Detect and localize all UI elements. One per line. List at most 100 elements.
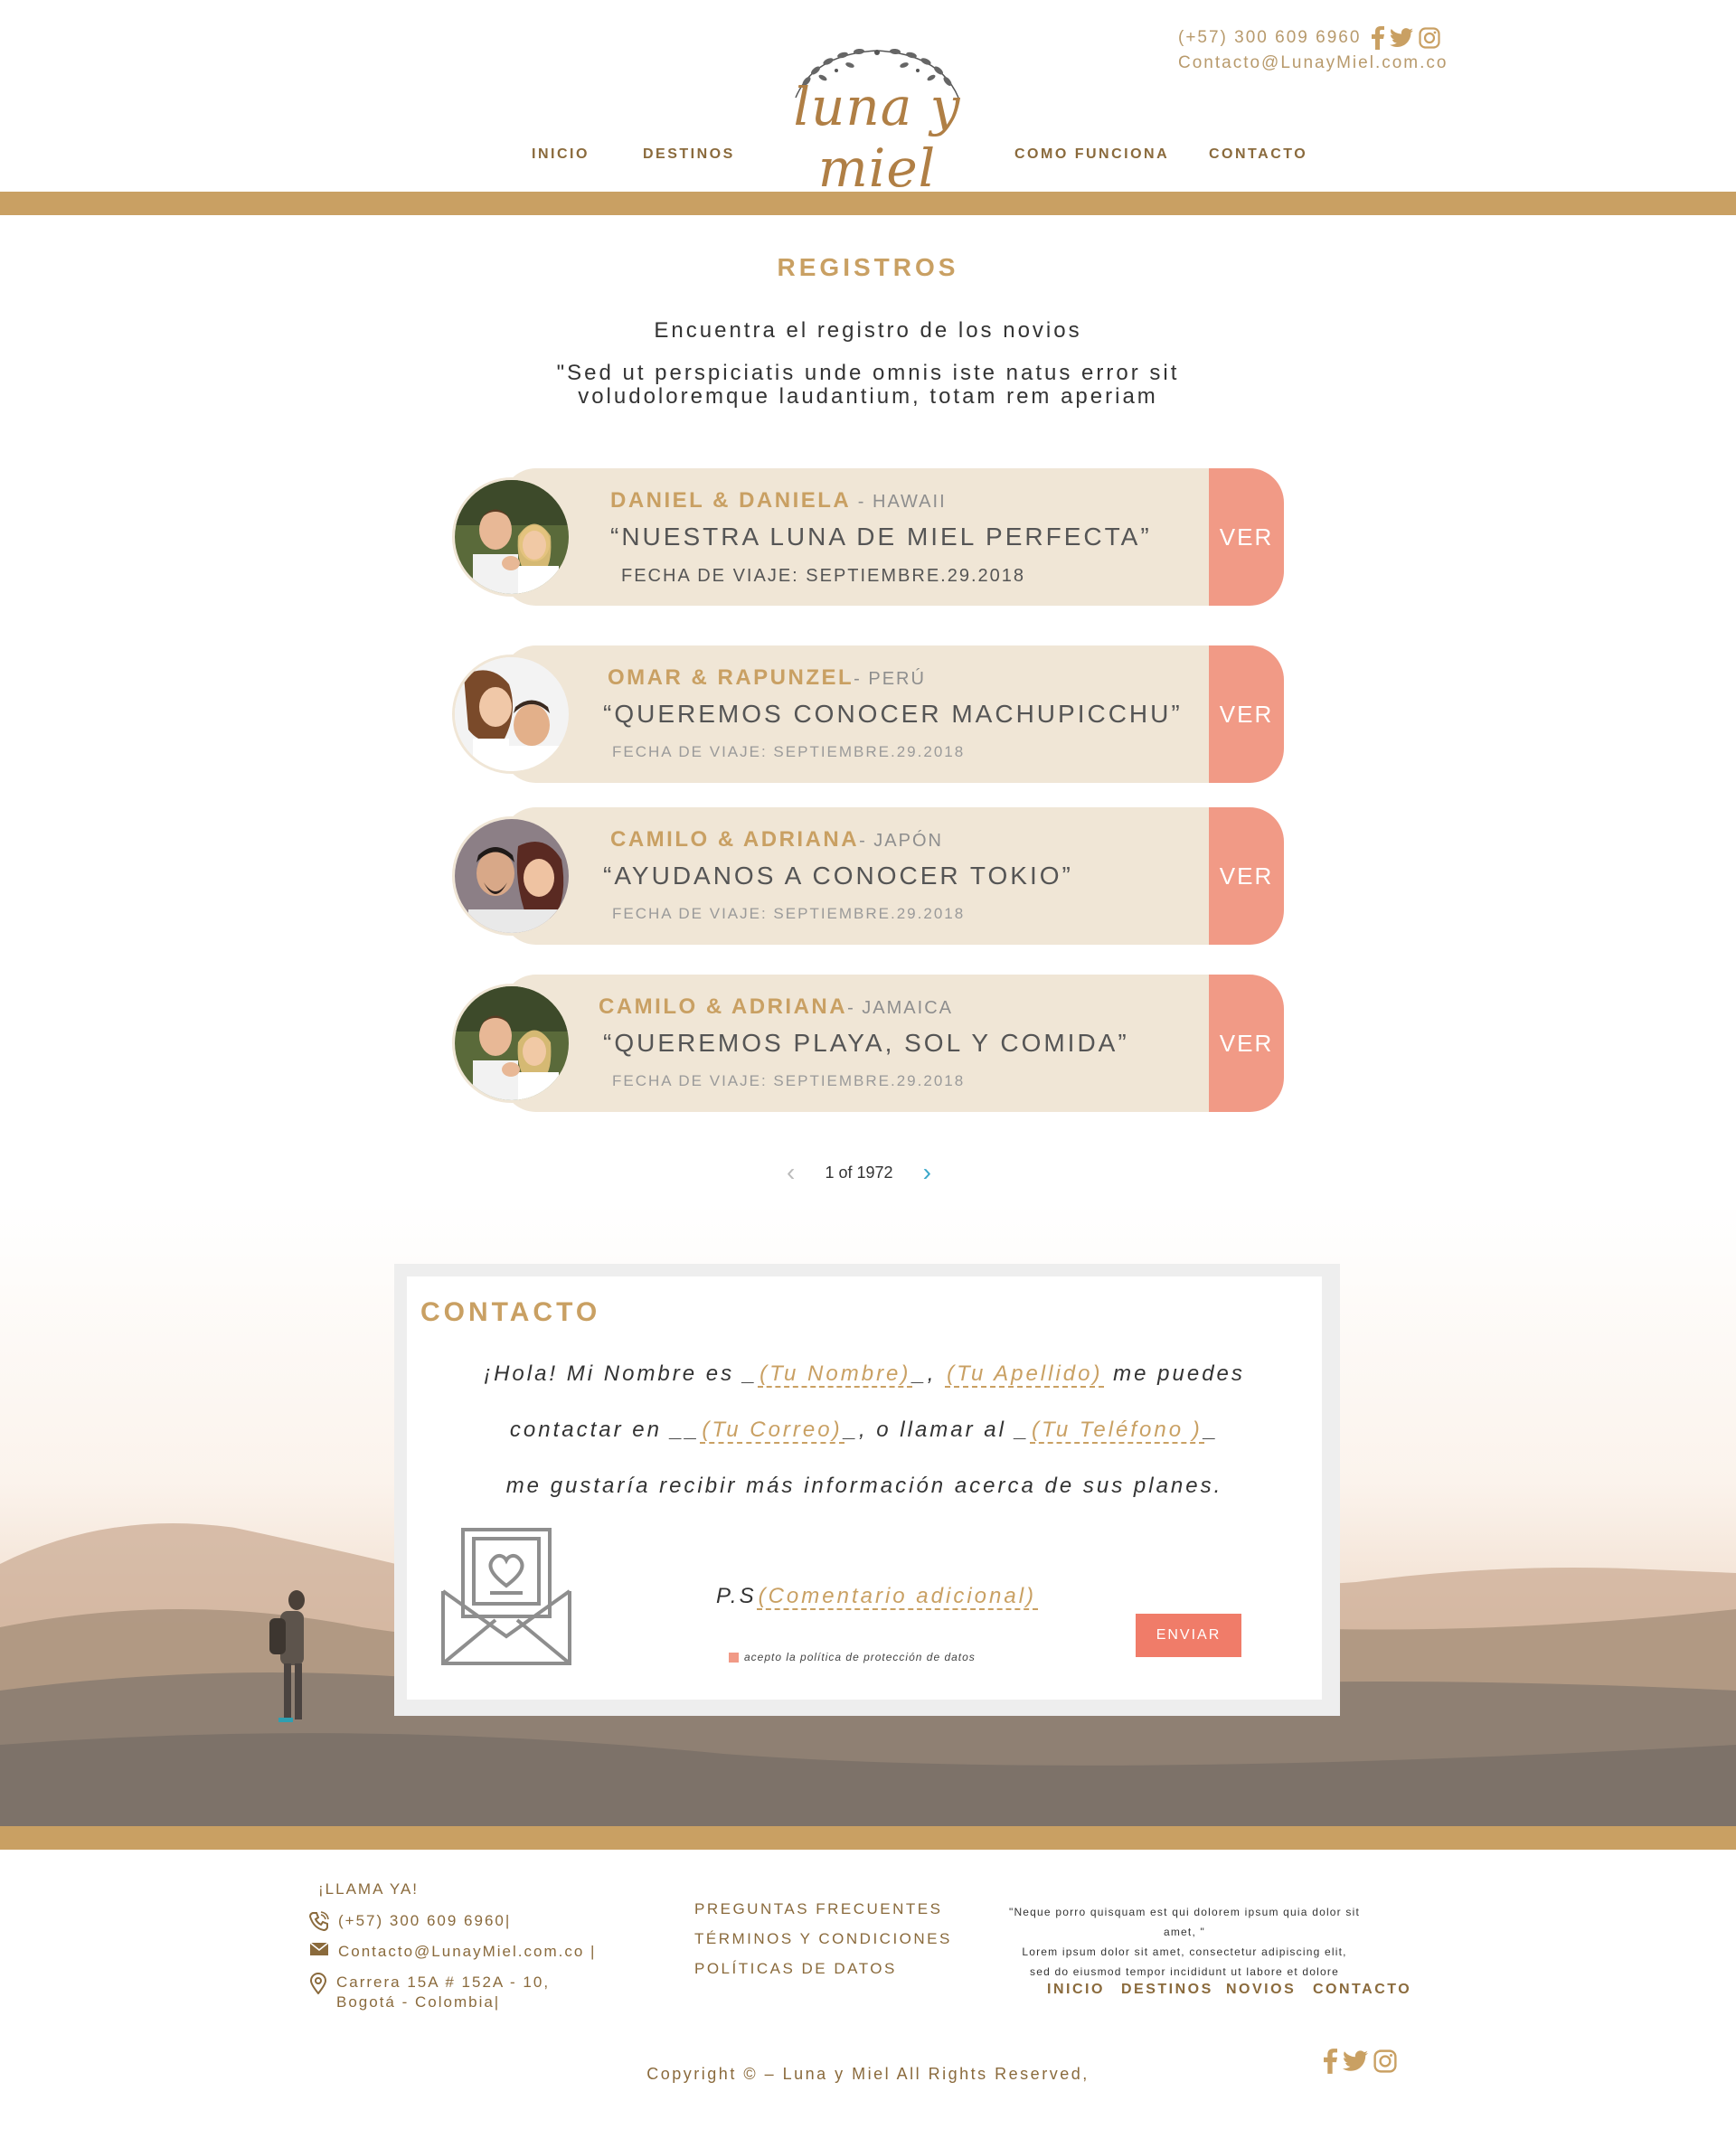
nav-como-funciona[interactable]: COMO FUNCIONA [1014,146,1169,163]
contact-text: contactar en __ [509,1418,701,1442]
footer-social [1324,2049,1397,2074]
footer-email[interactable]: Contacto@LunayMiel.com.co | [338,1942,596,1962]
privacy-checkbox[interactable] [729,1652,739,1663]
facebook-icon[interactable] [1372,26,1385,50]
envelope-heart-icon [441,1528,571,1665]
card-date: FECHA DE VIAJE: SEPTIEMBRE.29.2018 [612,1072,966,1089]
couple-names: CAMILO & ADRIANA [599,994,848,1019]
page-indicator: 1 of 1972 [825,1163,893,1182]
next-page-button[interactable]: › [923,1158,931,1187]
card-destination: - PERÚ [854,669,926,689]
couple-avatar [452,477,571,597]
header-phone[interactable]: (+57) 300 609 6960 [1178,25,1361,51]
ver-button[interactable]: VER [1209,645,1284,783]
couple-names: OMAR & RAPUNZEL [608,665,854,690]
instagram-icon[interactable] [1419,27,1440,49]
location-pin-icon [309,1973,327,1994]
logo[interactable]: luna y miel [760,45,995,199]
couple-avatar [452,816,571,936]
ver-button[interactable]: VER [1209,468,1284,606]
footer-address-row: Carrera 15A # 152A - 10, Bogotá - Colomb… [309,1973,596,2012]
email-field[interactable]: (Tu Correo) [700,1418,844,1444]
pagination: ‹ 1 of 1972 › [787,1158,931,1187]
couple-avatar [452,984,571,1103]
send-button[interactable]: ENVIAR [1136,1614,1241,1657]
footer-email-row: Contacto@LunayMiel.com.co | [309,1942,596,1962]
address-line-1: Carrera 15A # 152A - 10, [336,1974,551,1991]
top-contact: (+57) 300 609 6960 Contacto@LunayMiel.co… [1178,25,1448,76]
card-destination: - JAMAICA [847,998,953,1018]
card-names: CAMILO & ADRIANA- JAPÓN [610,827,943,853]
ver-button[interactable]: VER [1209,807,1284,945]
couple-avatar [452,655,571,774]
footer-nav-destinos[interactable]: DESTINOS [1121,1982,1213,1998]
contact-line-3: me gustaría recibir más información acer… [505,1474,1223,1498]
address-line-2: Bogotá - Colombia| [336,1993,501,2011]
footer-nav-novios[interactable]: NOVIOS [1226,1982,1296,1998]
link-terminos[interactable]: TÉRMINOS Y CONDICIONES [694,1924,952,1954]
footer-quote-line-3: sed do eiusmod tempor incididunt ut labo… [1030,1965,1339,1978]
contact-line-2: contactar en __(Tu Correo)_, o llamar al… [407,1418,1322,1444]
couple-names: DANIEL & DANIELA [610,488,852,513]
registry-card[interactable]: DANIEL & DANIELA - HAWAII “NUESTRA LUNA … [452,468,1284,606]
footer-divider [0,1826,1736,1850]
quote-line-1: "Sed ut perspiciatis unde omnis iste nat… [556,361,1180,385]
header-email[interactable]: Contacto@LunayMiel.com.co [1178,51,1448,76]
footer-phone[interactable]: (+57) 300 609 6960| [338,1911,511,1931]
registry-card[interactable]: CAMILO & ADRIANA- JAPÓN “AYUDANOS A CONO… [452,807,1284,945]
card-destination: - HAWAII [851,492,947,512]
facebook-icon[interactable] [1324,2049,1337,2074]
couple-names: CAMILO & ADRIANA [610,827,860,852]
link-preguntas-frecuentes[interactable]: PREGUNTAS FRECUENTES [694,1894,952,1924]
couple-photo [455,986,569,1100]
first-name-field[interactable]: (Tu Nombre) [758,1361,913,1388]
registry-card[interactable]: OMAR & RAPUNZEL- PERÚ “QUEREMOS CONOCER … [452,645,1284,783]
card-title: “NUESTRA LUNA DE MIEL PERFECTA” [610,523,1152,551]
footer-nav-inicio[interactable]: INICIO [1047,1982,1105,1998]
copyright: Copyright © – Luna y Miel All Rights Res… [646,2065,1090,2083]
header-divider [0,192,1736,215]
footer-quote-line-2: Lorem ipsum dolor sit amet, consectetur … [1022,1945,1347,1958]
card-title: “QUEREMOS CONOCER MACHUPICCHU” [603,700,1183,728]
ps-line: P.S(Comentario adicional) [716,1584,1039,1610]
footer-quote: "Neque porro quisquam est qui dolorem ip… [1004,1902,1365,1982]
couple-photo [455,819,569,933]
prev-page-button[interactable]: ‹ [787,1158,795,1187]
contact-text: me puedes [1104,1361,1245,1386]
card-date: FECHA DE VIAJE: SEPTIEMBRE.29.2018 [621,566,1026,586]
contact-text: _, o llamar al _ [844,1418,1030,1442]
last-name-field[interactable]: (Tu Apellido) [945,1361,1105,1388]
card-title: “AYUDANOS A CONOCER TOKIO” [603,862,1073,890]
registry-card[interactable]: CAMILO & ADRIANA- JAMAICA “QUEREMOS PLAY… [452,975,1284,1112]
twitter-icon[interactable] [1390,28,1414,48]
ps-label: P.S [716,1584,757,1608]
registros-subtitle: Encuentra el registro de los novios [654,318,1082,343]
call-label: ¡LLAMA YA! [318,1880,420,1898]
card-date: FECHA DE VIAJE: SEPTIEMBRE.29.2018 [612,905,966,922]
contact-text: _ [1203,1418,1220,1442]
mail-icon [309,1942,329,1955]
card-title: “QUEREMOS PLAYA, SOL Y COMIDA” [603,1029,1129,1057]
card-date: FECHA DE VIAJE: SEPTIEMBRE.29.2018 [612,743,966,760]
footer-links: PREGUNTAS FRECUENTES TÉRMINOS Y CONDICIO… [694,1894,952,1983]
link-politicas[interactable]: POLÍTICAS DE DATOS [694,1954,952,1983]
twitter-icon[interactable] [1343,2050,1368,2072]
logo-text: luna y miel [793,76,961,199]
comment-field[interactable]: (Comentario adicional) [756,1584,1039,1610]
registros-title: REGISTROS [777,253,959,281]
footer-contact: ¡LLAMA YA! (+57) 300 609 6960| Contacto@… [309,1880,596,2012]
quote-line-2: voludoloremque laudantium, totam rem ape… [578,384,1158,409]
nav-contacto[interactable]: CONTACTO [1209,146,1307,163]
nav-destinos[interactable]: DESTINOS [643,146,735,163]
instagram-icon[interactable] [1373,2049,1397,2073]
ver-button[interactable]: VER [1209,975,1284,1112]
card-destination: - JAPÓN [859,831,943,851]
phone-field[interactable]: (Tu Teléfono ) [1030,1418,1204,1444]
couple-photo [455,480,569,594]
footer-nav-contacto[interactable]: CONTACTO [1313,1982,1411,1998]
site-header: (+57) 300 609 6960 Contacto@LunayMiel.co… [0,0,1736,199]
card-names: DANIEL & DANIELA - HAWAII [610,488,947,513]
card-names: CAMILO & ADRIANA- JAMAICA [599,994,953,1020]
registros-quote: "Sed ut perspiciatis unde omnis iste nat… [506,362,1230,409]
nav-inicio[interactable]: INICIO [532,146,590,163]
